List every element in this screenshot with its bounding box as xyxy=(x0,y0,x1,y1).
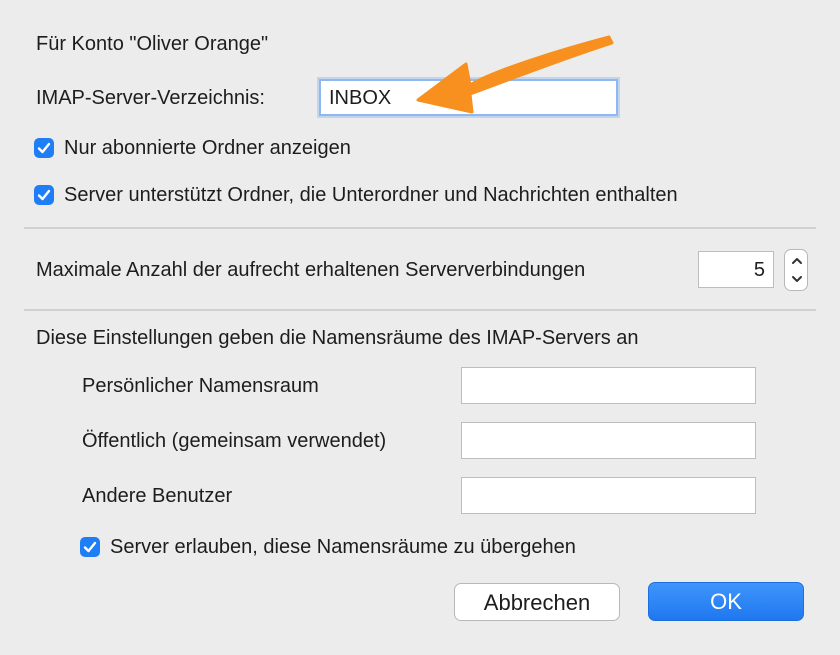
chevron-up-icon[interactable] xyxy=(791,256,803,266)
max-connections-stepper[interactable] xyxy=(784,249,808,291)
server-supports-label: Server unterstützt Ordner, die Unterordn… xyxy=(64,184,678,206)
server-supports-checkbox[interactable] xyxy=(34,185,54,205)
checkmark-icon xyxy=(37,142,51,154)
other-users-namespace-label: Andere Benutzer xyxy=(82,485,233,507)
chevron-down-icon[interactable] xyxy=(791,274,803,284)
namespaces-heading: Diese Einstellungen geben die Namensräum… xyxy=(36,327,639,349)
subscribed-only-checkbox[interactable] xyxy=(34,138,54,158)
allow-override-label: Server erlauben, diese Namensräume zu üb… xyxy=(110,536,576,558)
public-namespace-label: Öffentlich (gemeinsam verwendet) xyxy=(82,430,387,452)
subscribed-only-label: Nur abonnierte Ordner anzeigen xyxy=(64,137,351,159)
account-label: Für Konto "Oliver Orange" xyxy=(36,33,269,55)
imap-directory-label: IMAP-Server-Verzeichnis: xyxy=(36,87,265,109)
imap-directory-value: INBOX xyxy=(329,87,392,109)
personal-namespace-input[interactable] xyxy=(461,367,756,404)
other-users-namespace-input[interactable] xyxy=(461,477,756,514)
personal-namespace-label: Persönlicher Namensraum xyxy=(82,375,319,397)
max-connections-input[interactable]: 5 xyxy=(698,251,774,288)
allow-override-checkbox[interactable] xyxy=(80,537,100,557)
max-connections-label: Maximale Anzahl der aufrecht erhaltenen … xyxy=(36,259,586,281)
checkmark-icon xyxy=(37,189,51,201)
checkmark-icon xyxy=(83,541,97,553)
public-namespace-input[interactable] xyxy=(461,422,756,459)
orange-arrow-annotation-icon xyxy=(416,35,614,114)
max-connections-value: 5 xyxy=(753,259,765,281)
cancel-button[interactable]: Abbrechen xyxy=(454,583,620,621)
ok-button[interactable]: OK xyxy=(648,582,804,621)
divider xyxy=(24,309,816,311)
divider xyxy=(24,227,816,229)
